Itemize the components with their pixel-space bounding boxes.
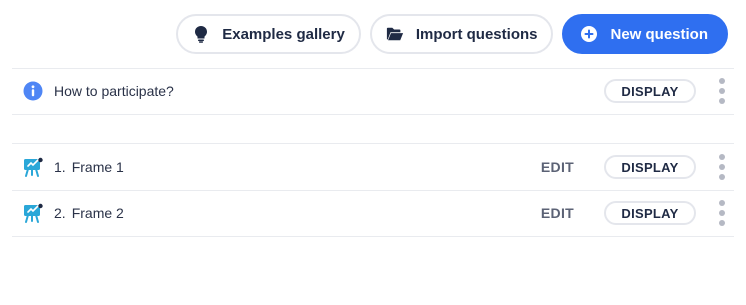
import-questions-button[interactable]: Import questions [369,14,554,54]
lightbulb-icon [192,25,210,43]
examples-gallery-button[interactable]: Examples gallery [176,14,361,54]
info-row: How to participate? DISPLAY [12,69,734,113]
divider [12,143,734,144]
import-questions-label: Import questions [415,25,538,43]
new-question-button[interactable]: New question [562,14,728,54]
divider [12,236,734,237]
folder-open-icon [386,25,404,43]
info-icon [22,80,44,102]
frame-presentation-icon [22,202,44,224]
frame-number: 2. [54,205,66,221]
display-button[interactable]: DISPLAY [604,155,696,179]
examples-gallery-label: Examples gallery [222,25,345,43]
new-question-label: New question [610,25,708,43]
info-display-button[interactable]: DISPLAY [604,79,696,103]
edit-button[interactable]: EDIT [541,159,574,175]
info-row-label: How to participate? [54,83,174,99]
more-vertical-icon[interactable] [718,78,726,104]
toolbar: Examples gallery Import questions New qu… [176,14,728,54]
edit-button[interactable]: EDIT [541,205,574,221]
frame-presentation-icon [22,156,44,178]
frame-title: Frame 1 [71,159,124,175]
frame-row-1[interactable]: 1. Frame 1 EDIT DISPLAY [12,145,734,189]
frame-row-2[interactable]: 2. Frame 2 EDIT DISPLAY [12,191,734,235]
more-vertical-icon[interactable] [718,154,726,180]
more-vertical-icon[interactable] [718,200,726,226]
display-button[interactable]: DISPLAY [604,201,696,225]
frame-title: Frame 2 [71,205,124,221]
plus-circle-icon [580,25,598,43]
divider [12,114,734,115]
frame-number: 1. [54,159,66,175]
